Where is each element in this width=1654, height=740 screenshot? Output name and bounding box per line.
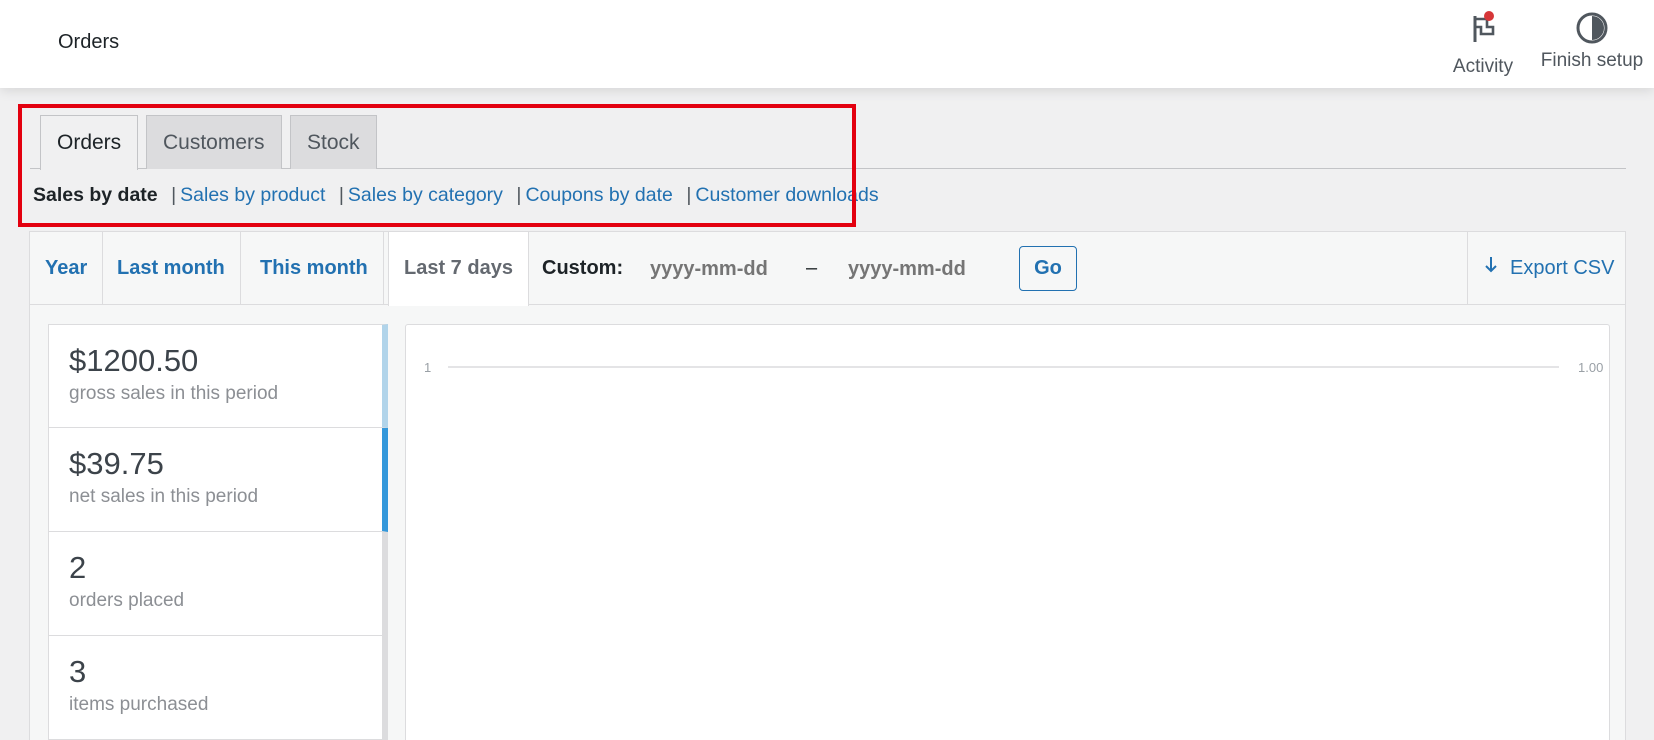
report-subnav: Sales by date | Sales by product | Sales b…: [33, 184, 879, 207]
top-header: Orders Activity Finish setup: [0, 0, 1654, 88]
subnav-separator: |: [338, 184, 344, 206]
legend-item-gross-sales[interactable]: $1200.50 gross sales in this period: [48, 324, 388, 428]
subnav-separator: |: [516, 184, 522, 206]
subnav-sales-by-product[interactable]: Sales by product: [180, 184, 325, 206]
legend-amount: $39.75: [69, 446, 164, 481]
legend-description: net sales in this period: [69, 486, 259, 507]
date-range-dash: –: [806, 257, 818, 279]
subnav-separator: |: [686, 184, 692, 206]
custom-range-label: Custom:: [542, 257, 624, 279]
range-this-month[interactable]: This month: [245, 232, 384, 305]
export-csv-button[interactable]: Export CSV: [1467, 232, 1625, 305]
chart-legend: $1200.50 gross sales in this period $39.…: [48, 324, 388, 740]
range-last-month[interactable]: Last month: [102, 232, 241, 305]
tab-stock[interactable]: Stock: [290, 115, 377, 169]
tab-orders[interactable]: Orders: [40, 115, 139, 170]
report-tabs: Orders Customers Stock: [30, 115, 1626, 170]
legend-amount: $1200.50: [69, 343, 199, 378]
range-bar: Year Last month This month Last 7 days C…: [30, 232, 1625, 306]
subnav-coupons-by-date[interactable]: Coupons by date: [525, 184, 672, 206]
download-arrow-icon: [1484, 232, 1498, 305]
stats-panel: Year Last month This month Last 7 days C…: [29, 231, 1626, 740]
legend-item-net-sales[interactable]: $39.75 net sales in this period: [48, 428, 388, 532]
chart-left-tick: 1: [424, 360, 431, 375]
half-circle-icon: [1530, 10, 1654, 46]
legend-item-items-purchased[interactable]: 3 items purchased: [48, 636, 388, 740]
sales-chart: 1 1.00: [405, 324, 1610, 740]
start-date-input[interactable]: [650, 250, 790, 288]
flag-icon: [1467, 10, 1499, 46]
chart-svg: 1 1.00: [424, 360, 1603, 375]
legend-item-orders-placed[interactable]: 2 orders placed: [48, 532, 388, 636]
range-last-7-days[interactable]: Last 7 days: [388, 232, 529, 306]
chart-right-tick: 1.00: [1578, 360, 1603, 375]
subnav-separator: |: [171, 184, 177, 206]
finish-setup-button[interactable]: Finish setup: [1530, 10, 1654, 72]
activity-label: Activity: [1452, 56, 1514, 77]
legend-amount: 2: [69, 550, 87, 585]
subnav-sales-by-date[interactable]: Sales by date: [33, 184, 158, 206]
legend-description: items purchased: [69, 694, 209, 715]
subnav-sales-by-category[interactable]: Sales by category: [348, 184, 503, 206]
end-date-input[interactable]: [848, 250, 988, 288]
page-title: Orders: [58, 31, 120, 53]
go-button[interactable]: Go: [1019, 246, 1077, 291]
legend-amount: 3: [69, 654, 87, 689]
legend-description: orders placed: [69, 590, 185, 611]
finish-setup-label: Finish setup: [1540, 50, 1644, 71]
range-year[interactable]: Year: [30, 232, 104, 305]
export-csv-label: Export CSV: [1510, 257, 1615, 279]
activity-button[interactable]: Activity: [1428, 10, 1538, 78]
tab-customers[interactable]: Customers: [146, 115, 282, 169]
subnav-customer-downloads[interactable]: Customer downloads: [695, 184, 878, 206]
legend-description: gross sales in this period: [69, 383, 279, 404]
